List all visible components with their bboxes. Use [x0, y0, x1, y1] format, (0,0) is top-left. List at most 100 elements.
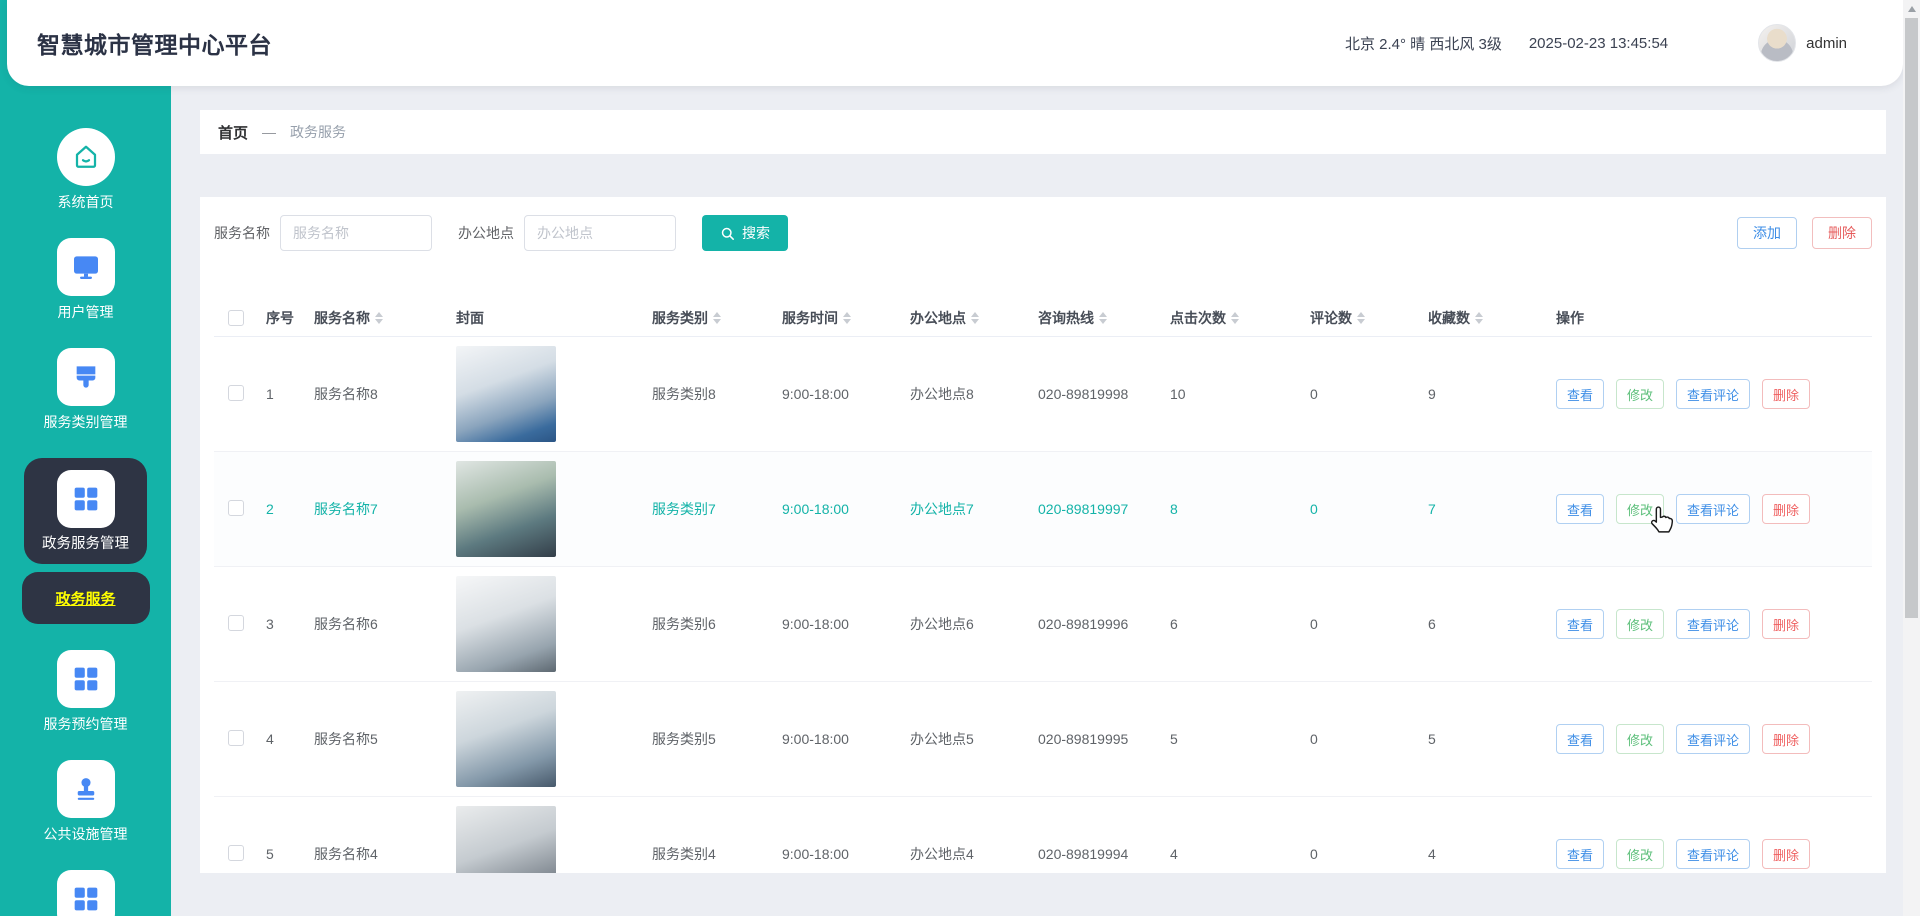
service-name-input[interactable]: [280, 215, 432, 251]
services-table: 序号 服务名称 封面 服务类别 服务时间 办公地点 咨询热线 点击次数 评论数 …: [214, 299, 1872, 873]
cell-location: 办公地点6: [910, 616, 974, 632]
sort-icon[interactable]: [1475, 311, 1483, 324]
sidebar-item-gov-service-mgmt[interactable]: 政务服务管理: [24, 458, 147, 564]
view-comments-button[interactable]: 查看评论: [1676, 724, 1751, 754]
column-header-category[interactable]: 服务类别: [652, 308, 782, 328]
cell-category: 服务类别5: [652, 731, 716, 747]
table-header-row: 序号 服务名称 封面 服务类别 服务时间 办公地点 咨询热线 点击次数 评论数 …: [214, 299, 1872, 337]
avatar[interactable]: [1758, 24, 1797, 62]
row-checkbox[interactable]: [228, 499, 244, 516]
cell-hotline: 020-89819998: [1038, 386, 1129, 402]
view-button[interactable]: 查看: [1556, 724, 1605, 754]
sidebar-item-label: 用户管理: [57, 304, 114, 320]
edit-button[interactable]: 修改: [1616, 724, 1665, 754]
sidebar-item-monitor-device-mgmt[interactable]: 监控设备管理: [44, 870, 128, 916]
search-button[interactable]: 搜索: [702, 215, 788, 251]
cell-clicks: 8: [1170, 501, 1178, 517]
cell-comments: 0: [1310, 731, 1318, 747]
column-header-actions: 操作: [1556, 309, 1584, 326]
sidebar-nav: 系统首页 用户管理 服务类别管理 政务服务管理 政务服务 服务预约管理 公共设施…: [0, 0, 171, 916]
column-header-index: 序号: [266, 309, 294, 326]
sidebar-group-gov-service: 政务服务管理 政务服务: [21, 458, 150, 624]
row-checkbox[interactable]: [228, 384, 244, 401]
add-button[interactable]: 添加: [1737, 217, 1797, 249]
cell-hotline: 020-89819997: [1038, 501, 1129, 517]
sidebar-item-label: 系统首页: [57, 194, 114, 210]
column-header-comments[interactable]: 评论数: [1310, 308, 1428, 328]
sort-icon[interactable]: [375, 311, 383, 324]
table-row: 2 服务名称7 服务类别7 9:00-18:00 办公地点7 020-89819…: [214, 452, 1872, 567]
sort-icon[interactable]: [971, 311, 979, 324]
grid-icon: [56, 650, 115, 708]
view-button[interactable]: 查看: [1556, 839, 1605, 869]
datetime: 2025-02-23 13:45:54: [1528, 34, 1669, 52]
delete-button[interactable]: 删除: [1762, 724, 1811, 754]
view-comments-button[interactable]: 查看评论: [1676, 609, 1751, 639]
sidebar-item-system-home[interactable]: 系统首页: [56, 128, 115, 212]
grid-icon: [56, 870, 115, 916]
view-comments-button[interactable]: 查看评论: [1676, 494, 1751, 524]
cell-service-time: 9:00-18:00: [782, 616, 849, 632]
delete-button[interactable]: 删除: [1762, 609, 1811, 639]
edit-button[interactable]: 修改: [1616, 494, 1665, 524]
view-button[interactable]: 查看: [1556, 494, 1605, 524]
row-checkbox[interactable]: [228, 729, 244, 746]
edit-button[interactable]: 修改: [1616, 609, 1665, 639]
column-header-time[interactable]: 服务时间: [782, 308, 910, 328]
office-location-input[interactable]: [524, 215, 676, 251]
cell-service-name: 服务名称6: [314, 616, 378, 632]
sidebar-item-service-category-mgmt[interactable]: 服务类别管理: [44, 348, 128, 432]
cell-service-time: 9:00-18:00: [782, 731, 849, 747]
column-header-favorites[interactable]: 收藏数: [1428, 308, 1556, 328]
delete-button[interactable]: 删除: [1762, 839, 1811, 869]
column-header-service-name[interactable]: 服务名称: [314, 308, 456, 328]
column-header-location[interactable]: 办公地点: [910, 308, 1038, 328]
scrollbar-thumb[interactable]: [1905, 18, 1918, 618]
app-title: 智慧城市管理中心平台: [37, 32, 272, 58]
home-icon: [56, 128, 115, 186]
view-comments-button[interactable]: 查看评论: [1676, 839, 1751, 869]
cell-service-name: 服务名称5: [314, 731, 378, 747]
sort-icon[interactable]: [843, 311, 851, 324]
sidebar-item-user-mgmt[interactable]: 用户管理: [56, 238, 115, 322]
cell-location: 办公地点8: [910, 386, 974, 402]
breadcrumb-home[interactable]: 首页: [218, 122, 248, 143]
main-content: 首页 — 政务服务 服务名称 办公地点 搜索 添加 删除: [171, 86, 1903, 916]
cell-index: 2: [266, 501, 274, 517]
sort-icon[interactable]: [1231, 311, 1239, 324]
row-checkbox[interactable]: [228, 614, 244, 631]
sidebar-subitem-gov-service[interactable]: 政务服务: [21, 572, 150, 624]
username: admin: [1806, 34, 1847, 52]
row-checkbox[interactable]: [228, 844, 244, 861]
sidebar-item-service-booking-mgmt[interactable]: 服务预约管理: [44, 650, 128, 734]
brush-icon: [56, 348, 115, 406]
edit-button[interactable]: 修改: [1616, 379, 1665, 409]
delete-selected-button[interactable]: 删除: [1812, 217, 1872, 249]
cell-comments: 0: [1310, 846, 1318, 862]
scrollbar-up-arrow-icon[interactable]: [1903, 0, 1920, 17]
table-body: 1 服务名称8 服务类别8 9:00-18:00 办公地点8 020-89819…: [214, 337, 1872, 873]
content-card: 服务名称 办公地点 搜索 添加 删除 序号 服务名称 封面: [200, 197, 1886, 873]
sort-icon[interactable]: [1357, 311, 1365, 324]
edit-button[interactable]: 修改: [1616, 839, 1665, 869]
cell-index: 5: [266, 846, 274, 862]
cell-service-time: 9:00-18:00: [782, 386, 849, 402]
table-row: 4 服务名称5 服务类别5 9:00-18:00 办公地点5 020-89819…: [214, 682, 1872, 797]
breadcrumb: 首页 — 政务服务: [200, 110, 1886, 154]
view-comments-button[interactable]: 查看评论: [1676, 379, 1751, 409]
cell-hotline: 020-89819996: [1038, 616, 1129, 632]
sidebar-item-public-facility-mgmt[interactable]: 公共设施管理: [44, 760, 128, 844]
column-header-clicks[interactable]: 点击次数: [1170, 308, 1310, 328]
sort-icon[interactable]: [713, 311, 721, 324]
page-scrollbar[interactable]: [1903, 0, 1920, 916]
view-button[interactable]: 查看: [1556, 379, 1605, 409]
cell-category: 服务类别6: [652, 616, 716, 632]
sidebar-item-label: 政务服务管理: [42, 536, 129, 552]
column-header-hotline[interactable]: 咨询热线: [1038, 308, 1170, 328]
delete-button[interactable]: 删除: [1762, 494, 1811, 524]
view-button[interactable]: 查看: [1556, 609, 1605, 639]
select-all-checkbox[interactable]: [228, 309, 244, 326]
sort-icon[interactable]: [1099, 311, 1107, 324]
breadcrumb-current: 政务服务: [290, 124, 347, 140]
delete-button[interactable]: 删除: [1762, 379, 1811, 409]
